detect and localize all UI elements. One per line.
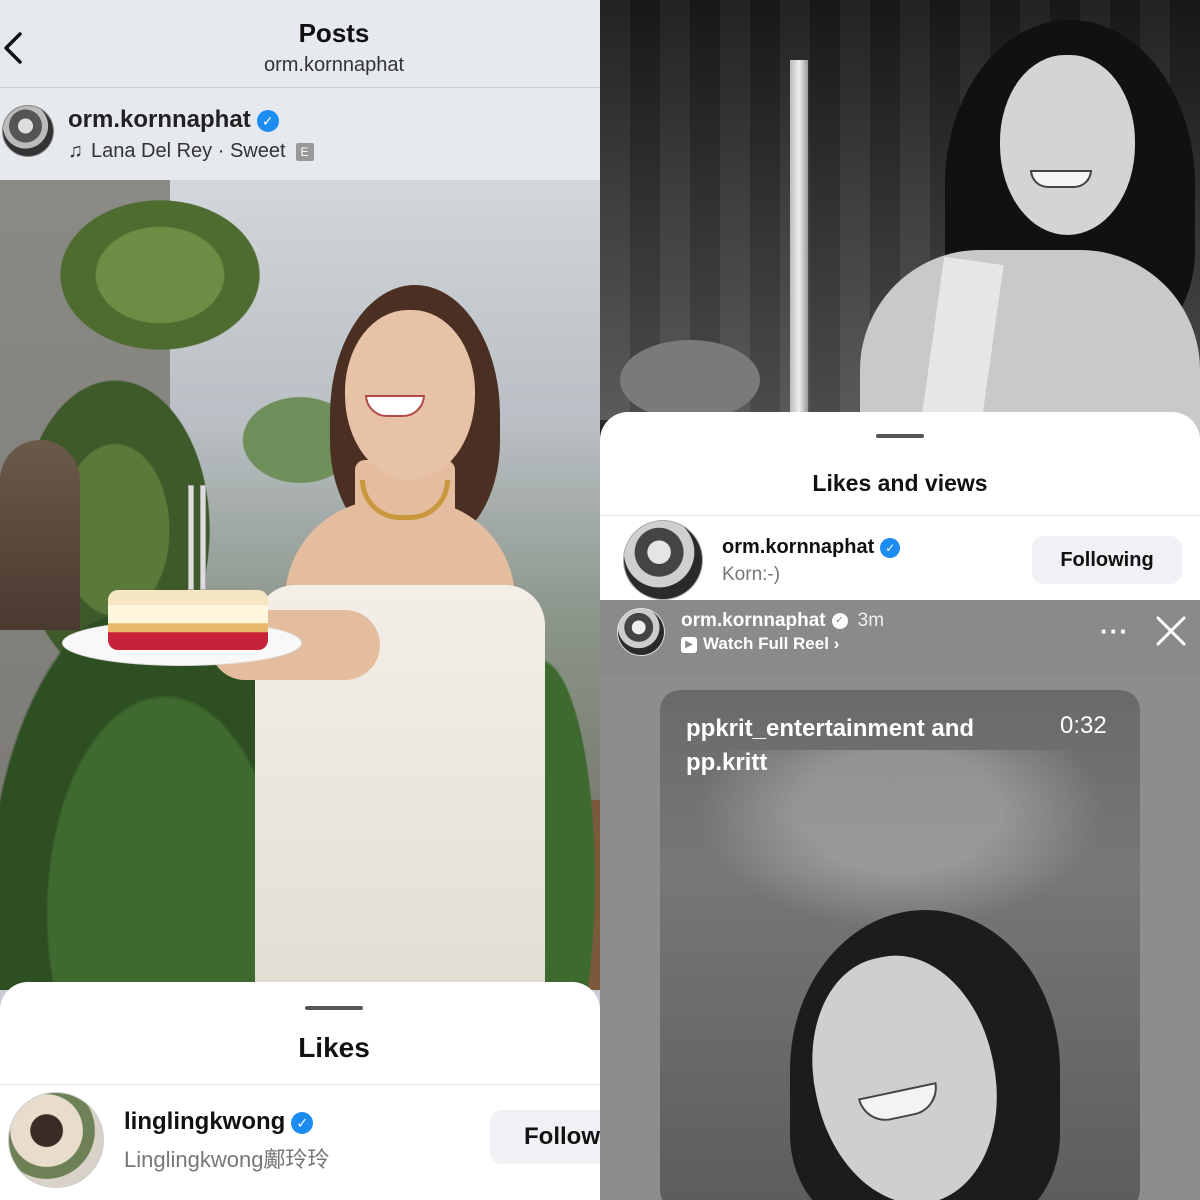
following-button[interactable]: Following: [1032, 536, 1182, 584]
story-username-link[interactable]: orm.kornnaphat ✓ 3m: [681, 610, 884, 632]
play-icon: ▶: [681, 636, 697, 653]
avatar[interactable]: [8, 1092, 104, 1188]
photo-subject-smile: [1030, 170, 1092, 188]
watch-full-reel-label: Watch Full Reel: [703, 634, 829, 653]
likes-sheet: Likes linglingkwong ✓ Linglingkwong鄺玲玲 Fo…: [0, 982, 600, 1200]
photo-subject-face: [1000, 55, 1135, 235]
verified-badge-icon: ✓: [880, 537, 901, 558]
viewer-username: orm.kornnaphat: [722, 536, 875, 558]
liker-username: linglingkwong: [124, 1108, 286, 1135]
watch-full-reel-link[interactable]: ▶ Watch Full Reel ›: [681, 634, 839, 654]
close-icon: [1156, 616, 1186, 646]
more-horizontal-icon[interactable]: ···: [1100, 616, 1129, 647]
music-label: Lana Del Rey · Sweet: [91, 140, 286, 162]
viewer-display-name: Korn:-): [722, 564, 781, 585]
post-header: orm.kornnaphat ✓ ♫ Lana Del Rey · Sweet E: [0, 88, 600, 180]
likes-and-views-title: Likes and views: [812, 470, 988, 496]
photo-plant: [60, 200, 260, 350]
story-view: orm.kornnaphat ✓ 3m ▶ Watch Full Reel › ···…: [600, 600, 1200, 1200]
verified-badge-icon: ✓: [831, 612, 848, 629]
top-navigation-bar: Posts orm.kornnaphat: [0, 0, 600, 88]
music-attribution[interactable]: ♫ Lana Del Rey · Sweet E: [68, 140, 314, 163]
right-screenshot: Likes and views orm.kornnaphat ✓ Korn:-) …: [600, 0, 1200, 1200]
close-button[interactable]: [1154, 614, 1188, 648]
liker-username-link[interactable]: linglingkwong ✓: [124, 1108, 314, 1136]
page-subtitle: orm.kornnaphat: [263, 54, 405, 76]
background-photo: [600, 0, 1200, 464]
left-screenshot: Posts orm.kornnaphat orm.kornnaphat ✓ ♫ La…: [0, 0, 600, 1200]
page-title: Posts: [298, 18, 370, 48]
music-note-icon: ♫: [68, 140, 83, 162]
shared-reel-card[interactable]: ppkrit_entertainment and pp.kritt 0:32: [660, 690, 1140, 1200]
photo-pole: [790, 60, 808, 420]
photo-candle: [188, 485, 194, 590]
follow-button[interactable]: Follow: [490, 1110, 600, 1164]
avatar[interactable]: [623, 520, 703, 600]
viewer-username-link[interactable]: orm.kornnaphat ✓: [722, 536, 901, 559]
story-header: orm.kornnaphat ✓ 3m ▶ Watch Full Reel › ···: [600, 600, 1200, 676]
chevron-right-icon: ›: [828, 634, 840, 653]
explicit-badge: E: [295, 142, 314, 161]
reel-credit: ppkrit_entertainment and pp.kritt: [686, 715, 975, 776]
story-username: orm.kornnaphat: [681, 610, 826, 631]
verified-badge-icon: ✓: [291, 1111, 314, 1134]
photo-bystander: [0, 440, 80, 630]
verified-badge-icon: ✓: [256, 109, 279, 132]
sheet-grabber[interactable]: [305, 1006, 363, 1010]
reel-duration: 0:32: [1060, 712, 1107, 739]
post-username-link[interactable]: orm.kornnaphat ✓: [68, 106, 279, 134]
photo-cake: [108, 590, 268, 650]
avatar[interactable]: [2, 105, 54, 157]
avatar[interactable]: [617, 608, 665, 656]
liker-display-name: Linglingkwong鄺玲玲: [124, 1147, 330, 1172]
photo-candle: [200, 485, 206, 590]
divider: [600, 515, 1200, 516]
post-photo[interactable]: [0, 180, 600, 990]
likes-title: Likes: [298, 1032, 370, 1063]
story-timestamp: 3m: [857, 610, 885, 631]
divider: [0, 1084, 600, 1085]
sheet-grabber[interactable]: [876, 434, 924, 438]
likes-and-views-sheet: Likes and views orm.kornnaphat ✓ Korn:-) …: [600, 412, 1200, 612]
post-username: orm.kornnaphat: [68, 106, 251, 133]
photo-hand: [620, 340, 760, 420]
